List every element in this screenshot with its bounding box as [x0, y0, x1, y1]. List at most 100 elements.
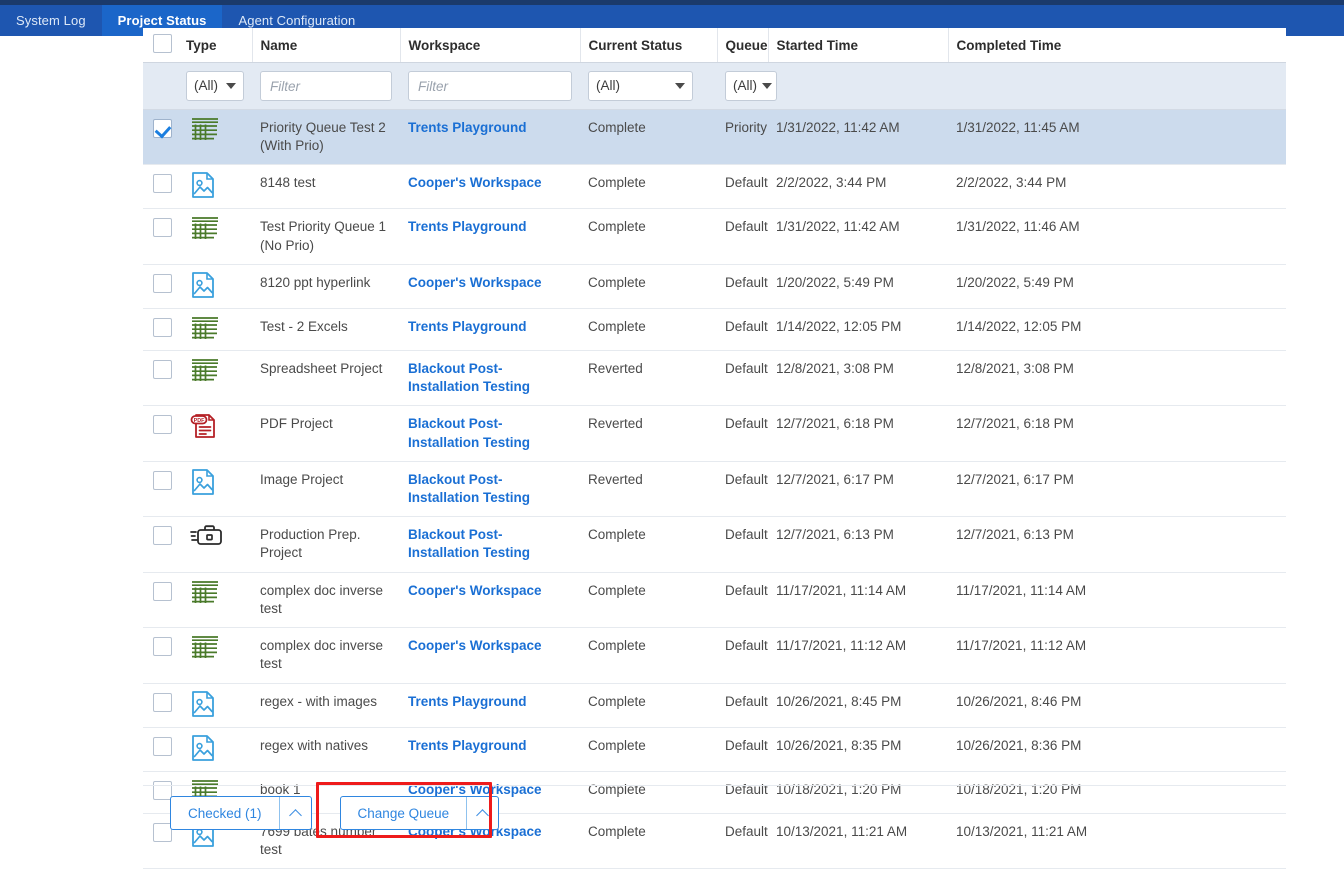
change-queue-button-dropdown-toggle[interactable]	[466, 797, 498, 829]
spreadsheet-icon	[192, 118, 218, 140]
table-row[interactable]: Test - 2 Excels Trents Playground Complete…	[143, 308, 1286, 351]
column-header-name[interactable]: Name	[252, 28, 401, 63]
table-row[interactable]: Production Prep. Project Blackout Post-In…	[143, 516, 1286, 573]
row-status-cell: Reverted	[580, 405, 717, 462]
pdf-icon: PDF	[190, 414, 215, 439]
row-completed-time-cell: 11/17/2021, 11:14 AM	[948, 572, 1286, 629]
change-queue-button-label[interactable]: Change Queue	[341, 797, 467, 829]
filter-cell-name	[252, 62, 400, 110]
row-type-cell	[178, 308, 252, 351]
row-workspace-cell: Trents Playground	[400, 308, 580, 351]
row-checkbox[interactable]	[153, 119, 172, 138]
row-checkbox[interactable]	[153, 273, 172, 293]
workspace-link[interactable]: Blackout Post-Installation Testing	[408, 361, 530, 394]
row-type-cell	[178, 461, 252, 518]
column-header-queue[interactable]: Queue	[717, 28, 769, 63]
table-row[interactable]: regex - with images Trents Playground Comp…	[143, 683, 1286, 728]
row-started-time-cell: 12/7/2021, 6:17 PM	[768, 461, 948, 518]
select-all-header-cell	[143, 28, 178, 63]
workspace-link[interactable]: Trents Playground	[408, 219, 527, 234]
row-started-time-cell: 1/14/2022, 12:05 PM	[768, 308, 948, 351]
row-checkbox-cell	[143, 683, 178, 728]
row-checkbox[interactable]	[153, 359, 172, 379]
row-checkbox[interactable]	[153, 470, 172, 490]
row-checkbox[interactable]	[153, 736, 172, 756]
status-filter-value: (All)	[596, 77, 620, 93]
row-name-cell: complex doc inverse test	[252, 572, 400, 629]
row-completed-time-cell: 10/26/2021, 8:46 PM	[948, 683, 1286, 728]
workspace-link[interactable]: Blackout Post-Installation Testing	[408, 527, 530, 560]
row-checkbox[interactable]	[153, 317, 172, 337]
chevron-up-icon	[288, 808, 302, 822]
row-name-cell: Image Project	[252, 461, 400, 518]
row-checkbox-cell	[143, 516, 178, 573]
row-checkbox[interactable]	[153, 415, 172, 435]
column-header-workspace[interactable]: Workspace	[400, 28, 581, 63]
column-header-completed-time[interactable]: Completed Time	[948, 28, 1286, 63]
table-row[interactable]: Priority Queue Test 2 (With Prio) Trents …	[143, 109, 1286, 166]
row-completed-time-cell: 10/26/2021, 8:36 PM	[948, 727, 1286, 772]
row-type-cell	[178, 264, 252, 309]
row-started-time-cell: 1/31/2022, 11:42 AM	[768, 109, 948, 166]
row-checkbox[interactable]	[153, 581, 172, 601]
chevron-down-icon	[762, 83, 772, 89]
queue-filter-select[interactable]: (All)	[725, 71, 777, 101]
workspace-link[interactable]: Trents Playground	[408, 319, 527, 334]
workspace-filter-input[interactable]	[408, 71, 572, 101]
queue-filter-value: (All)	[733, 77, 757, 93]
nav-tab-system-log[interactable]: System Log	[0, 5, 102, 36]
checked-split-button[interactable]: Checked (1)	[170, 796, 312, 830]
workspace-link[interactable]: Trents Playground	[408, 738, 527, 753]
row-checkbox[interactable]	[153, 218, 172, 238]
row-type-cell	[178, 350, 252, 407]
column-header-started-time[interactable]: Started Time	[768, 28, 949, 63]
row-checkbox-cell	[143, 164, 178, 210]
table-row[interactable]: complex doc inverse test Cooper's Workspa…	[143, 627, 1286, 684]
filter-cell-started	[768, 62, 948, 110]
row-queue-cell: Default	[717, 572, 768, 629]
change-queue-split-button[interactable]: Change Queue	[339, 796, 500, 830]
row-workspace-cell: Blackout Post-Installation Testing	[400, 350, 580, 407]
workspace-link[interactable]: Blackout Post-Installation Testing	[408, 472, 530, 505]
workspace-link[interactable]: Trents Playground	[408, 120, 527, 135]
checked-button-label[interactable]: Checked (1)	[171, 797, 279, 829]
table-row[interactable]: Spreadsheet Project Blackout Post-Install…	[143, 350, 1286, 407]
table-row[interactable]: PDF PDF Project Blackout Post-Installation…	[143, 405, 1286, 462]
workspace-link[interactable]: Cooper's Workspace	[408, 638, 542, 653]
filter-cell-completed	[948, 62, 1286, 110]
project-status-table-container: Type Name Workspace Current Status Queue…	[143, 28, 1286, 869]
row-checkbox[interactable]	[153, 692, 172, 712]
row-status-cell: Complete	[580, 727, 717, 772]
row-checkbox[interactable]	[153, 526, 172, 546]
name-filter-input[interactable]	[260, 71, 392, 101]
row-checkbox[interactable]	[153, 637, 172, 657]
status-filter-select[interactable]: (All)	[588, 71, 693, 101]
checked-button-dropdown-toggle[interactable]	[278, 797, 311, 829]
table-row[interactable]: regex with natives Trents Playground Compl…	[143, 727, 1286, 772]
type-filter-select[interactable]: (All)	[186, 71, 244, 101]
select-all-checkbox[interactable]	[153, 34, 172, 53]
row-name-cell: Test Priority Queue 1 (No Prio)	[252, 208, 400, 265]
row-type-cell	[178, 683, 252, 728]
column-header-current-status[interactable]: Current Status	[580, 28, 718, 63]
chevron-up-icon	[476, 808, 489, 822]
type-filter-value: (All)	[194, 77, 218, 93]
row-started-time-cell: 10/26/2021, 8:45 PM	[768, 683, 948, 728]
column-header-type[interactable]: Type	[178, 28, 253, 63]
workspace-link[interactable]: Cooper's Workspace	[408, 275, 542, 290]
table-footer-toolbar: Checked (1) Change Queue	[143, 785, 1286, 840]
table-row[interactable]: 8148 test Cooper's Workspace Complete Defau…	[143, 164, 1286, 210]
row-workspace-cell: Trents Playground	[400, 109, 580, 166]
table-row[interactable]: complex doc inverse test Cooper's Workspa…	[143, 572, 1286, 629]
project-status-table: Type Name Workspace Current Status Queue…	[143, 28, 1286, 869]
row-status-cell: Complete	[580, 516, 717, 573]
table-row[interactable]: Test Priority Queue 1 (No Prio) Trents Pl…	[143, 208, 1286, 265]
workspace-link[interactable]: Blackout Post-Installation Testing	[408, 416, 530, 449]
workspace-link[interactable]: Cooper's Workspace	[408, 175, 542, 190]
row-type-cell	[178, 109, 252, 166]
table-row[interactable]: 8120 ppt hyperlink Cooper's Workspace Comp…	[143, 264, 1286, 309]
workspace-link[interactable]: Trents Playground	[408, 694, 527, 709]
workspace-link[interactable]: Cooper's Workspace	[408, 583, 542, 598]
row-checkbox[interactable]	[153, 174, 172, 194]
table-row[interactable]: Image Project Blackout Post-Installation …	[143, 461, 1286, 518]
